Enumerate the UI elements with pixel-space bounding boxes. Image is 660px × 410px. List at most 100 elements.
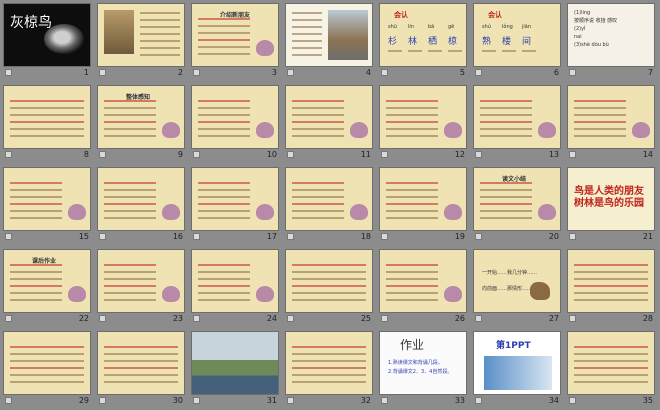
slide-thumbnail-31[interactable]: 31 (189, 328, 283, 410)
slide-thumbnail-16[interactable]: 16 (95, 164, 189, 246)
slide-thumbnail-9[interactable]: 整体感知 9 (95, 82, 189, 164)
slide-thumbnail-11[interactable]: 11 (283, 82, 377, 164)
slide-preview[interactable] (97, 3, 185, 67)
slide-transition-icon (475, 233, 482, 240)
character-label: 栖 (428, 37, 438, 47)
text-line (386, 278, 438, 280)
text-line (574, 360, 648, 362)
bird-icon (444, 204, 462, 220)
slide-number: 17 (266, 232, 277, 241)
slide-title: 鸟是人类的朋友 树林是鸟的乐园 (574, 186, 644, 210)
slide-preview[interactable]: 一开始……我几分钟…… 向前面……那情形…… (473, 249, 561, 313)
slide-preview[interactable] (97, 331, 185, 395)
slide-thumbnail-27[interactable]: 一开始……我几分钟…… 向前面……那情形…… 27 (471, 246, 565, 328)
slide-preview[interactable]: 读文小结 (473, 167, 561, 231)
slide-transition-icon (99, 151, 106, 158)
slide-thumbnail-6[interactable]: 会认 shú lǒng jiān 熟楼间 6 (471, 0, 565, 82)
slide-thumbnail-3[interactable]: 介绍新朋友 3 (189, 0, 283, 82)
slide-thumbnail-26[interactable]: 26 (377, 246, 471, 328)
slide-preview[interactable]: 作业 1.熟读课文和背诵几段。 2.背诵课文2、3、4自然段。 (379, 331, 467, 395)
text-line (386, 121, 438, 123)
slide-thumbnail-1[interactable]: 灰椋鸟 1 (1, 0, 95, 82)
slide-preview[interactable] (379, 85, 467, 149)
slide-thumbnail-2[interactable]: 2 (95, 0, 189, 82)
slide-thumbnail-18[interactable]: 18 (283, 164, 377, 246)
slide-preview[interactable] (3, 167, 91, 231)
slide-thumbnail-12[interactable]: 12 (377, 82, 471, 164)
text-line (10, 196, 62, 198)
slide-thumbnail-25[interactable]: 25 (283, 246, 377, 328)
slide-preview[interactable] (567, 331, 655, 395)
slide-preview[interactable]: 会认 shú lǒng jiān 熟楼间 (473, 3, 561, 67)
slide-preview[interactable]: 鸟是人类的朋友 树林是鸟的乐园 (567, 167, 655, 231)
slide-preview[interactable] (379, 249, 467, 313)
slide-preview[interactable] (285, 167, 373, 231)
slide-thumbnail-33[interactable]: 作业 1.熟读课文和背诵几段。 2.背诵课文2、3、4自然段。 33 (377, 328, 471, 410)
bird-icon (444, 122, 462, 138)
text-line (104, 135, 156, 137)
slide-thumbnail-17[interactable]: 17 (189, 164, 283, 246)
slide-preview[interactable] (285, 85, 373, 149)
slide-thumbnail-34[interactable]: 第1PPT 34 (471, 328, 565, 410)
assignment-item: 1.熟读课文和背诵几段。 (388, 360, 443, 366)
slide-preview[interactable] (473, 85, 561, 149)
slide-preview[interactable] (3, 85, 91, 149)
slide-thumbnail-10[interactable]: 10 (189, 82, 283, 164)
slide-thumbnail-22[interactable]: 课后作业 22 (1, 246, 95, 328)
slide-preview[interactable] (191, 249, 279, 313)
text-line (10, 346, 84, 348)
slide-number: 1 (83, 68, 89, 77)
slide-preview[interactable]: (1)ling 按顺序说 收拾 感叹 (2)yǐ nai (3)shè dòu bù (567, 3, 655, 67)
slide-preview[interactable] (97, 167, 185, 231)
slide-preview[interactable] (3, 331, 91, 395)
slide-thumbnail-24[interactable]: 24 (189, 246, 283, 328)
slide-transition-icon (475, 397, 482, 404)
slide-preview[interactable] (191, 167, 279, 231)
slide-thumbnail-5[interactable]: 会认 shū lín bā gē 杉林栖椋 5 (377, 0, 471, 82)
slide-preview[interactable] (379, 167, 467, 231)
slide-transition-icon (5, 151, 12, 158)
text-line (140, 54, 180, 56)
slide-preview[interactable] (285, 249, 373, 313)
slide-thumbnail-30[interactable]: 30 (95, 328, 189, 410)
slide-preview[interactable]: 介绍新朋友 (191, 3, 279, 67)
text-line (480, 217, 532, 219)
text-line (574, 107, 626, 109)
slide-thumbnail-19[interactable]: 19 (377, 164, 471, 246)
text-line (104, 217, 156, 219)
text-line (574, 381, 648, 383)
slide-thumbnail-29[interactable]: 29 (1, 328, 95, 410)
slide-thumbnail-7[interactable]: (1)ling 按顺序说 收拾 感叹 (2)yǐ nai (3)shè dòu bù 7 (565, 0, 659, 82)
slide-preview[interactable]: 整体感知 (97, 85, 185, 149)
slide-preview[interactable] (97, 249, 185, 313)
slide-thumbnail-4[interactable]: 4 (283, 0, 377, 82)
slide-preview[interactable] (567, 85, 655, 149)
slide-preview[interactable] (191, 331, 279, 395)
slide-thumbnail-8[interactable]: 8 (1, 82, 95, 164)
slide-preview[interactable] (285, 331, 373, 395)
slide-preview[interactable]: 第1PPT (473, 331, 561, 395)
slide-preview[interactable] (191, 85, 279, 149)
slide-thumbnail-13[interactable]: 13 (471, 82, 565, 164)
slide-thumbnail-32[interactable]: 32 (283, 328, 377, 410)
slide-transition-icon (569, 397, 576, 404)
slide-thumbnail-20[interactable]: 读文小结 20 (471, 164, 565, 246)
slide-preview[interactable] (567, 249, 655, 313)
slide-preview[interactable]: 会认 shū lín bā gē 杉林栖椋 (379, 3, 467, 67)
slide-thumbnail-15[interactable]: 15 (1, 164, 95, 246)
slide-thumbnail-35[interactable]: 35 (565, 328, 659, 410)
slide-thumbnail-28[interactable]: 28 (565, 246, 659, 328)
text-line (10, 128, 84, 130)
slide-preview[interactable]: 灰椋鸟 (3, 3, 91, 67)
slide-preview[interactable]: 课后作业 (3, 249, 91, 313)
slide-preview[interactable] (285, 3, 373, 67)
slide-thumbnail-23[interactable]: 23 (95, 246, 189, 328)
bird-icon (256, 122, 274, 138)
slide-thumbnail-21[interactable]: 鸟是人类的朋友 树林是鸟的乐园 21 (565, 164, 659, 246)
text-line (386, 196, 438, 198)
text-line (574, 278, 648, 280)
slide-thumbnail-14[interactable]: 14 (565, 82, 659, 164)
text-line (104, 114, 156, 116)
banner-image (484, 356, 552, 390)
text-line: (2)yǐ (574, 26, 586, 32)
